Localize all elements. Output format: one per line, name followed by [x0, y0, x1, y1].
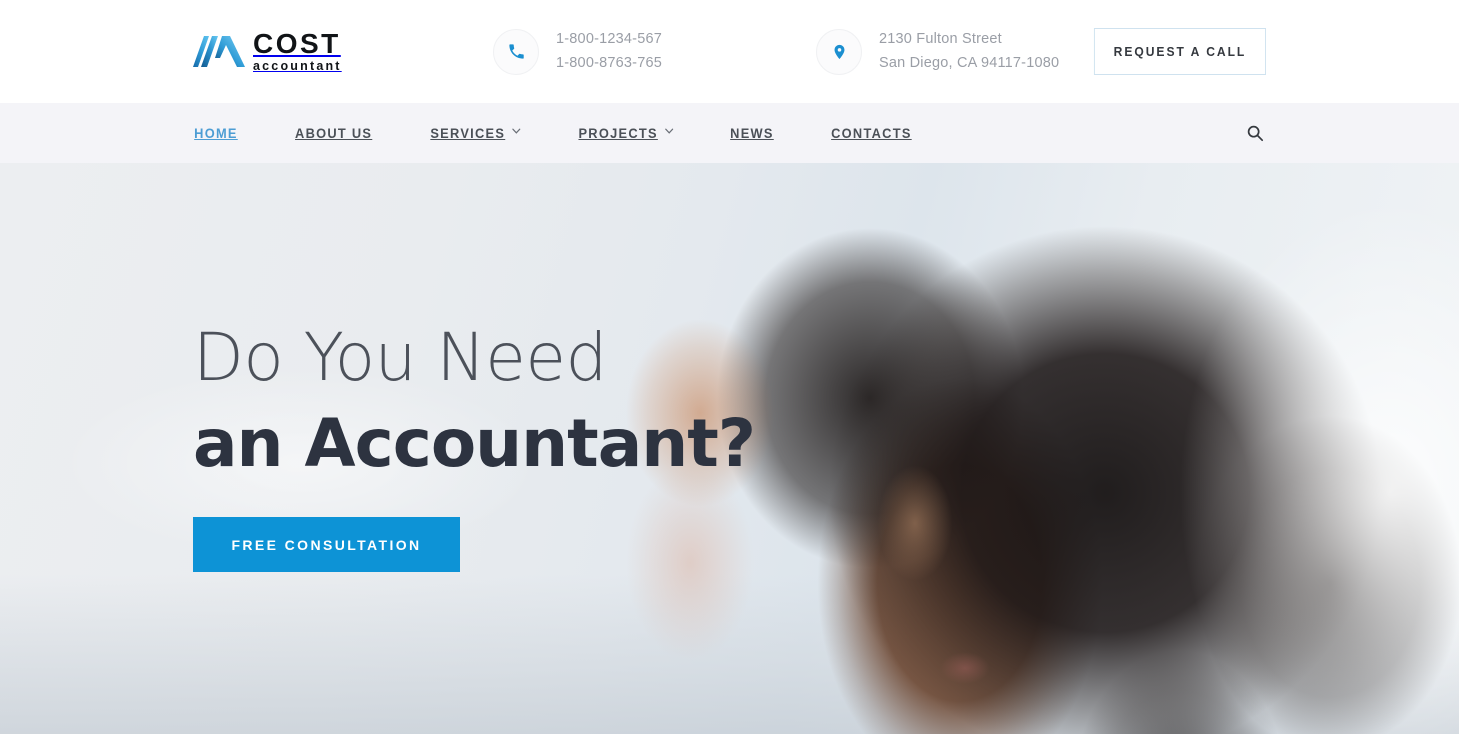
nav-item-services[interactable]: SERVICES: [430, 125, 521, 141]
nav-item-about-us-label: ABOUT US: [294, 125, 373, 141]
nav-item-projects-label: PROJECTS: [578, 125, 658, 141]
header-phone-block[interactable]: 1-800-1234-567 1-800-8763-765: [493, 28, 662, 75]
hero-headline-bold: an Accountant?: [193, 405, 756, 482]
map-pin-icon: [816, 28, 862, 75]
logo-subtitle: accountant: [253, 59, 342, 74]
logo-title: COST: [253, 28, 341, 60]
chevron-down-icon: [512, 128, 521, 136]
phone-line-1: 1-800-1234-567: [556, 30, 662, 47]
nav-item-contacts[interactable]: CONTACTS: [831, 126, 912, 141]
nav-item-about-us[interactable]: ABOUT US: [295, 126, 372, 141]
header-address-block[interactable]: 2130 Fulton Street San Diego, CA 94117-1…: [816, 28, 1059, 75]
logo-wordmark: COST accountant: [253, 30, 342, 73]
nav-items: HOME ABOUT US SERVICES PROJECTS NEWS CON…: [193, 126, 913, 141]
nav-item-services-label: SERVICES: [430, 125, 506, 141]
page-root: COST accountant 1-800-1234-567 1-800-876…: [0, 0, 1459, 734]
phone-numbers: 1-800-1234-567 1-800-8763-765: [556, 29, 662, 74]
address-line-2: San Diego, CA 94117-1080: [879, 55, 1060, 71]
hero-banner: Do You Need an Accountant? FREE CONSULTA…: [0, 163, 1459, 734]
chevron-down-icon: [664, 128, 673, 136]
phone-line-2: 1-800-8763-765: [556, 55, 662, 71]
site-header: COST accountant 1-800-1234-567 1-800-876…: [0, 0, 1459, 103]
free-consultation-button[interactable]: FREE CONSULTATION: [193, 517, 460, 572]
header-contact-group: 1-800-1234-567 1-800-8763-765 2130 Fulto…: [428, 28, 1081, 75]
search-icon[interactable]: [1244, 122, 1266, 144]
nav-item-home[interactable]: HOME: [194, 126, 238, 141]
nav-item-news[interactable]: NEWS: [730, 126, 774, 141]
nav-item-news-label: NEWS: [729, 125, 774, 141]
phone-icon: [493, 28, 539, 75]
address-lines: 2130 Fulton Street San Diego, CA 94117-1…: [879, 29, 1059, 74]
hero-content: Do You Need an Accountant? FREE CONSULTA…: [193, 163, 756, 734]
nav-item-projects[interactable]: PROJECTS: [579, 126, 673, 141]
nav-item-contacts-label: CONTACTS: [830, 125, 912, 141]
request-a-call-button[interactable]: REQUEST A CALL: [1093, 28, 1266, 75]
main-navigation: HOME ABOUT US SERVICES PROJECTS NEWS CON…: [0, 103, 1459, 163]
logo-m-mark-icon: [193, 36, 245, 67]
address-line-1: 2130 Fulton Street: [879, 30, 1002, 47]
hero-headline-light: Do You Need: [193, 319, 607, 396]
site-logo[interactable]: COST accountant: [193, 30, 428, 73]
nav-item-home-label: HOME: [194, 125, 238, 141]
